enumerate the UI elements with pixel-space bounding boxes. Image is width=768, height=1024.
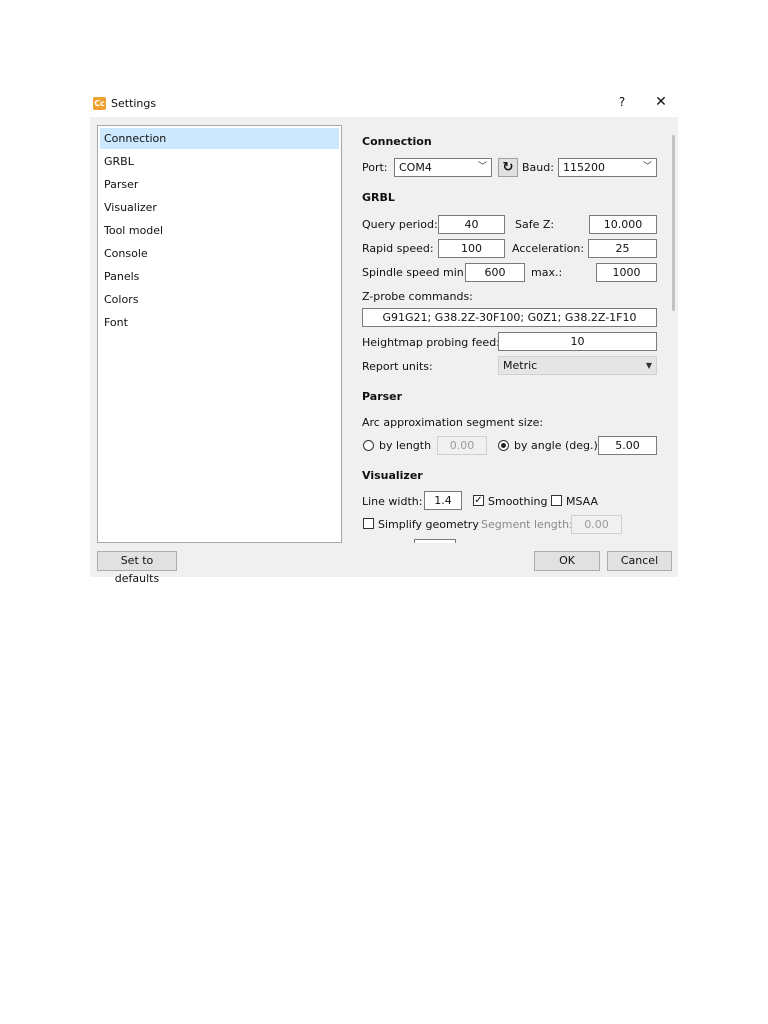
by-length-label: by length (379, 439, 432, 452)
nav-item-parser[interactable]: Parser (100, 174, 339, 195)
title-bar: Cc Settings ? ✕ (90, 91, 678, 117)
heightmap-feed-input[interactable]: 10 (498, 332, 657, 351)
spindle-min-input[interactable]: 600 (465, 263, 525, 282)
safe-z-input[interactable]: 10.000 (589, 215, 657, 234)
baud-select[interactable]: 115200 ﹀ (558, 158, 657, 177)
baud-label: Baud: (522, 161, 554, 174)
report-units-value: Metric (503, 359, 538, 372)
arc-approx-label: Arc approximation segment size: (362, 416, 544, 429)
simplify-geometry-label: Simplify geometry (378, 518, 479, 531)
section-connection-heading: Connection (362, 135, 432, 148)
nav-item-panels[interactable]: Panels (100, 266, 339, 287)
nav-item-console[interactable]: Console (100, 243, 339, 264)
segment-length-input: 0.00 (571, 515, 622, 534)
line-width-label: Line width: (362, 495, 423, 508)
simplify-geometry-checkbox[interactable] (363, 518, 374, 529)
app-icon: Cc (93, 97, 106, 110)
segment-length-label: Segment length: (481, 518, 573, 531)
smoothing-checkbox[interactable]: ✓ (473, 495, 484, 506)
settings-nav-list: Connection GRBL Parser Visualizer Tool m… (97, 125, 342, 543)
by-length-input: 0.00 (437, 436, 487, 455)
partial-input[interactable] (414, 539, 456, 543)
port-value: COM4 (399, 161, 432, 174)
report-units-label: Report units: (362, 360, 433, 373)
by-angle-input[interactable]: 5.00 (598, 436, 657, 455)
set-to-defaults-button[interactable]: Set to defaults (97, 551, 177, 585)
settings-dialog: Cc Settings ? ✕ Connection GRBL Parser V… (90, 91, 678, 585)
section-grbl-heading: GRBL (362, 191, 395, 204)
by-length-radio[interactable] (363, 440, 374, 451)
port-label: Port: (362, 161, 388, 174)
rapid-speed-input[interactable]: 100 (438, 239, 505, 258)
acceleration-label: Acceleration: (512, 242, 585, 255)
acceleration-input[interactable]: 25 (588, 239, 657, 258)
spindle-max-label: max.: (531, 266, 563, 279)
nav-item-font[interactable]: Font (100, 312, 339, 333)
chevron-down-icon: ﹀ (642, 162, 652, 172)
by-angle-radio[interactable] (498, 440, 509, 451)
nav-item-tool-model[interactable]: Tool model (100, 220, 339, 241)
chevron-down-icon: ﹀ (477, 162, 487, 172)
nav-item-connection[interactable]: Connection (100, 128, 339, 149)
panel-scrollbar[interactable] (672, 135, 675, 311)
line-width-input[interactable]: 1.4 (424, 491, 462, 510)
window-title: Settings (111, 97, 157, 110)
ok-button[interactable]: OK (534, 551, 600, 571)
safe-z-label: Safe Z: (515, 218, 555, 231)
refresh-icon[interactable]: ↻ (498, 158, 518, 177)
settings-panel[interactable]: Connection Port: COM4 ﹀ ↻ Baud: 115200 ﹀… (352, 125, 670, 543)
query-period-input[interactable]: 40 (438, 215, 505, 234)
zprobe-label: Z-probe commands: (362, 290, 473, 303)
spindle-max-input[interactable]: 1000 (596, 263, 657, 282)
spindle-min-label: Spindle speed min.: (362, 266, 471, 279)
zprobe-input[interactable]: G91G21; G38.2Z-30F100; G0Z1; G38.2Z-1F10 (362, 308, 657, 327)
smoothing-label: Smoothing (488, 495, 548, 508)
nav-item-colors[interactable]: Colors (100, 289, 339, 310)
baud-value: 115200 (563, 161, 605, 174)
heightmap-feed-label: Heightmap probing feed: (362, 336, 500, 349)
close-icon[interactable]: ✕ (652, 94, 670, 114)
nav-item-grbl[interactable]: GRBL (100, 151, 339, 172)
section-parser-heading: Parser (362, 390, 403, 403)
report-units-select[interactable]: Metric ▼ (498, 356, 657, 375)
by-angle-label: by angle (deg.) (514, 439, 598, 452)
cancel-button[interactable]: Cancel (607, 551, 672, 571)
rapid-speed-label: Rapid speed: (362, 242, 434, 255)
dropdown-arrow-icon: ▼ (645, 361, 652, 370)
nav-item-visualizer[interactable]: Visualizer (100, 197, 339, 218)
section-visualizer-heading: Visualizer (362, 469, 423, 482)
help-button[interactable]: ? (614, 95, 630, 113)
msaa-checkbox[interactable] (551, 495, 562, 506)
query-period-label: Query period: (362, 218, 438, 231)
msaa-label: MSAA (566, 495, 599, 508)
port-select[interactable]: COM4 ﹀ (394, 158, 492, 177)
